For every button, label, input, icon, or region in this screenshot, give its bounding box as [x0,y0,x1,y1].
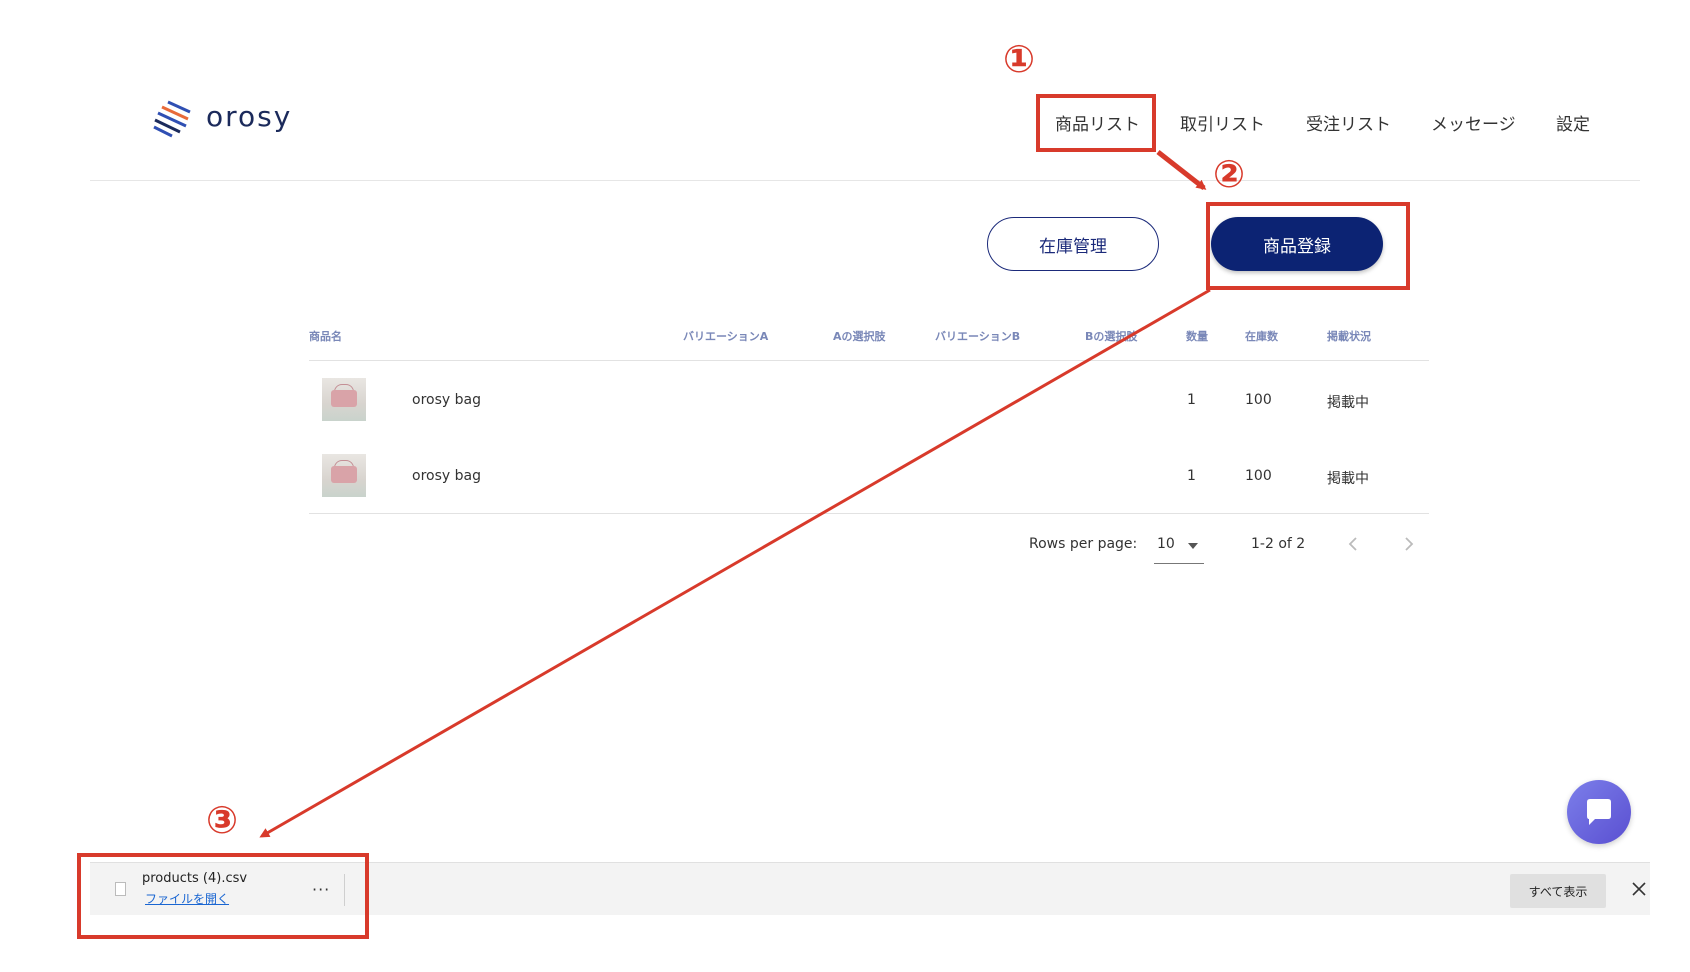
annotation-arrows [259,150,1211,838]
arrow-2-to-3 [259,288,1211,838]
arrow-1-to-2 [1156,150,1207,190]
